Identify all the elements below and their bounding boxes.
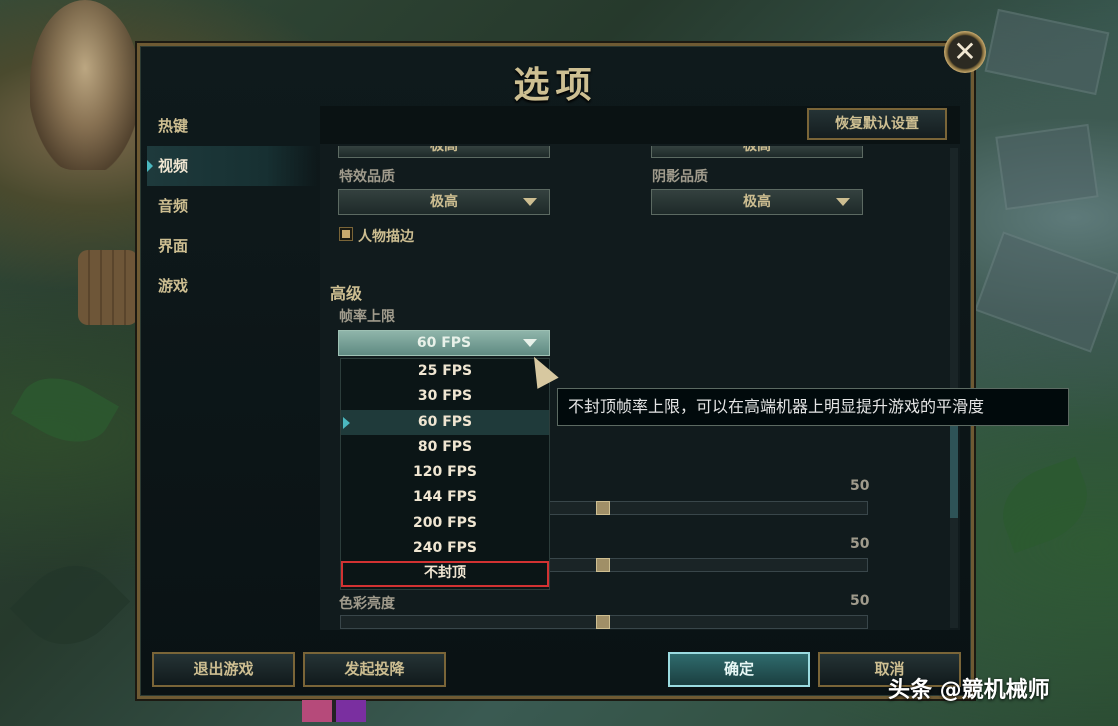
fps-option[interactable]: 80 FPS xyxy=(341,435,549,460)
background-foliage xyxy=(9,544,131,666)
watermark: 头条 @競机械师 xyxy=(888,678,1050,703)
dropdown-partial-left[interactable]: 极高 xyxy=(338,146,550,158)
advanced-section-title: 高级 xyxy=(330,284,363,303)
fps-option[interactable]: 240 FPS xyxy=(341,536,549,561)
slider-value: 50 xyxy=(850,478,870,494)
slider-knob[interactable] xyxy=(596,501,610,515)
nav-item-label: 热键 xyxy=(158,117,189,135)
fps-option-uncapped[interactable]: 不封顶 xyxy=(341,561,549,587)
nav-item-label: 视频 xyxy=(158,157,189,175)
restore-defaults-button[interactable]: 恢复默认设置 xyxy=(807,108,947,140)
nav-item-label: 游戏 xyxy=(158,277,189,295)
fps-option[interactable]: 200 FPS xyxy=(341,511,549,536)
fps-option[interactable]: 25 FPS xyxy=(341,359,549,384)
nav-item-label: 界面 xyxy=(158,237,189,255)
fps-cap-label: 帧率上限 xyxy=(339,309,395,325)
effects-quality-dropdown[interactable]: 极高 xyxy=(338,189,550,215)
shadow-quality-label: 阴影品质 xyxy=(652,169,708,185)
fps-option[interactable]: 144 FPS xyxy=(341,485,549,510)
shadow-quality-dropdown[interactable]: 极高 xyxy=(651,189,863,215)
dropdown-value: 60 FPS xyxy=(416,335,472,351)
background-barrel xyxy=(78,250,138,325)
nav-item-video[interactable]: 视频 xyxy=(147,146,317,186)
selected-arrow-icon xyxy=(343,416,350,429)
dropdown-value: 极高 xyxy=(743,146,771,154)
background-stone xyxy=(995,123,1099,211)
caret-down-icon xyxy=(523,198,537,206)
close-icon: ✕ xyxy=(953,35,977,68)
surrender-button[interactable]: 发起投降 xyxy=(303,652,446,687)
settings-nav: 热键 视频 音频 界面 游戏 xyxy=(147,106,317,306)
fps-option-selected[interactable]: 60 FPS xyxy=(341,409,549,435)
caret-down-icon xyxy=(523,339,537,347)
nav-item-audio[interactable]: 音频 xyxy=(147,186,317,226)
background-foliage xyxy=(11,361,119,459)
effects-quality-label: 特效品质 xyxy=(339,169,395,185)
fps-option[interactable]: 120 FPS xyxy=(341,460,549,485)
character-outline-label: 人物描边 xyxy=(358,229,414,245)
slider-knob[interactable] xyxy=(596,558,610,572)
background-foliage xyxy=(990,456,1100,554)
dialog-title: 选项 xyxy=(513,65,598,106)
character-outline-checkbox[interactable] xyxy=(339,227,353,241)
nav-item-label: 音频 xyxy=(158,197,189,215)
active-arrow-icon xyxy=(147,160,153,172)
option-label: 60 FPS xyxy=(417,413,473,430)
background-stone xyxy=(984,8,1110,96)
slider-value: 50 xyxy=(850,536,870,552)
exit-game-button[interactable]: 退出游戏 xyxy=(152,652,295,687)
close-button[interactable]: ✕ xyxy=(944,31,986,73)
fps-cap-dropdown[interactable]: 60 FPS xyxy=(338,330,550,356)
hud-icons xyxy=(302,700,366,722)
dropdown-value: 极高 xyxy=(430,146,458,154)
nav-item-interface[interactable]: 界面 xyxy=(147,226,317,266)
nav-item-game[interactable]: 游戏 xyxy=(147,266,317,306)
fps-cap-options-list: 25 FPS 30 FPS 60 FPS 80 FPS 120 FPS 144 … xyxy=(340,358,550,590)
background-champion-art xyxy=(30,0,140,170)
dropdown-value: 极高 xyxy=(743,194,771,210)
background-stone xyxy=(974,231,1118,353)
slider-knob[interactable] xyxy=(596,615,610,629)
nav-item-hotkeys[interactable]: 热键 xyxy=(147,106,317,146)
slider-value: 50 xyxy=(850,593,870,609)
confirm-button[interactable]: 确定 xyxy=(668,652,810,687)
dropdown-value: 极高 xyxy=(430,194,458,210)
tooltip: 不封顶帧率上限，可以在高端机器上明显提升游戏的平滑度 xyxy=(557,388,1069,426)
dropdown-partial-right[interactable]: 极高 xyxy=(651,146,863,158)
slider-track[interactable] xyxy=(340,615,868,629)
caret-down-icon xyxy=(836,198,850,206)
color-brightness-label: 色彩亮度 xyxy=(339,596,395,612)
fps-option[interactable]: 30 FPS xyxy=(341,384,549,409)
